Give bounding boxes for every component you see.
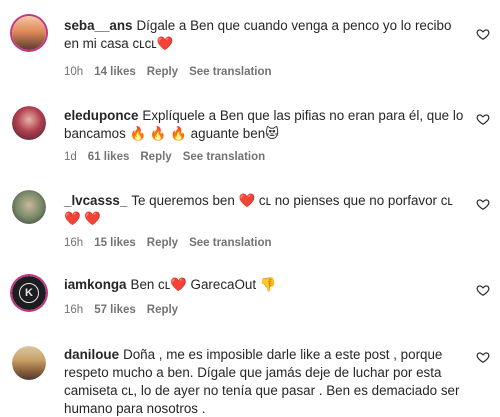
reply-button[interactable]: Reply <box>147 237 178 249</box>
comment-username[interactable]: daniloue <box>64 347 119 362</box>
heart-outline-icon[interactable] <box>476 283 490 297</box>
see-translation-button[interactable]: See translation <box>183 151 265 163</box>
avatar[interactable] <box>12 16 46 50</box>
avatar[interactable] <box>12 190 46 224</box>
heart-outline-icon[interactable] <box>476 27 490 41</box>
heart-outline-icon[interactable] <box>476 197 490 211</box>
comment-username[interactable]: seba__ans <box>64 18 133 33</box>
comment-time: 16h <box>64 304 84 316</box>
see-translation-button[interactable]: See translation <box>189 66 271 78</box>
comments-list: seba__ans Dígale a Ben que cuando venga a… <box>0 0 500 417</box>
comment-meta: 16h 15 likes Reply See translation <box>64 237 272 249</box>
comment-time: 10h <box>64 66 84 78</box>
comment-username[interactable]: _lvcasss_ <box>64 193 127 208</box>
see-translation-button[interactable]: See translation <box>189 237 271 249</box>
avatar[interactable]: K <box>12 276 46 310</box>
avatar[interactable] <box>12 106 46 140</box>
comment-likes[interactable]: 14 likes <box>94 66 136 78</box>
comment-time: 1d <box>64 151 77 163</box>
comment-meta: 1d 61 likes Reply See translation <box>64 151 265 163</box>
comment-time: 16h <box>64 237 84 249</box>
reply-button[interactable]: Reply <box>147 66 178 78</box>
comment-body: daniloue Doña , me es imposible darle lik… <box>64 346 464 417</box>
comment-text: Doña , me es imposible darle like a este… <box>64 347 460 416</box>
comment-likes[interactable]: 61 likes <box>88 151 130 163</box>
comment-body: seba__ans Dígale a Ben que cuando venga a… <box>64 17 464 53</box>
heart-outline-icon[interactable] <box>476 350 490 364</box>
comment-meta: 10h 14 likes Reply See translation <box>64 66 272 78</box>
comment-likes[interactable]: 15 likes <box>94 237 136 249</box>
avatar[interactable] <box>12 346 46 380</box>
comment-text: Ben ᴄʟ❤️ GarecaOut 👎 <box>130 277 277 292</box>
k-logo-icon: K <box>19 283 39 303</box>
reply-button[interactable]: Reply <box>140 151 171 163</box>
reply-button[interactable]: Reply <box>147 304 178 316</box>
heart-outline-icon[interactable] <box>476 112 490 126</box>
comment-likes[interactable]: 57 likes <box>94 304 136 316</box>
comment-username[interactable]: iamkonga <box>64 277 127 292</box>
comment-username[interactable]: eleduponce <box>64 108 138 123</box>
comment-body: eleduponce Explíquele a Ben que las pifia… <box>64 107 464 143</box>
comment-meta: 16h 57 likes Reply <box>64 304 178 316</box>
comment-body: iamkonga Ben ᴄʟ❤️ GarecaOut 👎 <box>64 276 464 294</box>
comment-body: _lvcasss_ Te queremos ben ❤️ ᴄʟ no piense… <box>64 192 464 228</box>
